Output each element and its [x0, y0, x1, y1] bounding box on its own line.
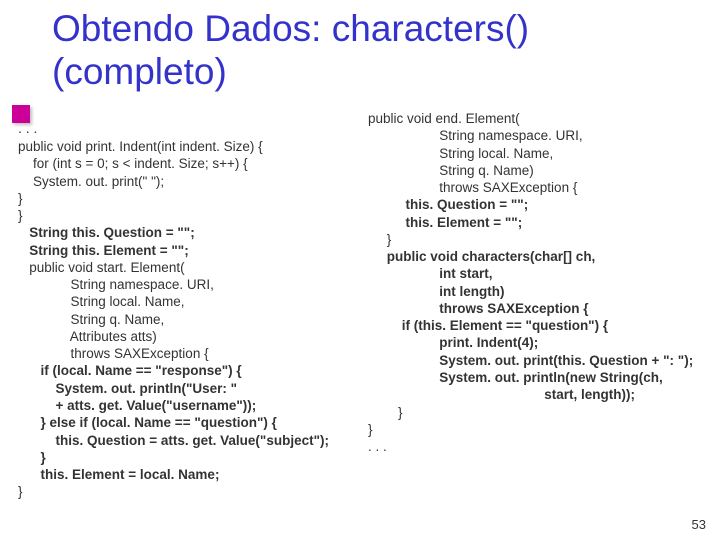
code-line-bold: } else if (local. Name == "question") {: [18, 414, 388, 431]
code-line: }: [18, 190, 388, 207]
code-line: }: [368, 421, 720, 438]
code-line-bold: + atts. get. Value("username"));: [18, 397, 388, 414]
code-line: for (int s = 0; s < indent. Size; s++) {: [18, 155, 388, 172]
page-number: 53: [692, 517, 706, 532]
code-line-bold: start, length));: [368, 386, 720, 403]
code-line: String local. Name,: [18, 293, 388, 310]
code-line: String local. Name,: [368, 145, 720, 162]
code-line-bold: this. Question = "";: [368, 196, 720, 213]
code-line-bold: System. out. print(this. Question + ": "…: [368, 352, 720, 369]
code-line-bold: if (local. Name == "response") {: [18, 362, 388, 379]
code-line: System. out. print(" ");: [18, 173, 388, 190]
code-line-bold: String this. Question = "";: [18, 224, 388, 241]
code-line: Attributes atts): [18, 328, 388, 345]
code-line-bold: public void characters(char[] ch,: [368, 248, 720, 265]
code-right-column: public void end. Element( String namespa…: [368, 110, 720, 455]
code-line-bold: this. Question = atts. get. Value("subje…: [18, 432, 388, 449]
code-line: public void start. Element(: [18, 259, 388, 276]
code-line-bold: System. out. println(new String(ch,: [368, 369, 720, 386]
code-line-bold: print. Indent(4);: [368, 334, 720, 351]
code-line: String q. Name): [368, 162, 720, 179]
code-line-bold: this. Element = "";: [368, 214, 720, 231]
code-line-bold: this. Element = local. Name;: [18, 466, 388, 483]
code-left-column: public void print. Indent(int indent. Si…: [18, 138, 388, 501]
code-line: }: [18, 483, 388, 500]
code-line-bold: }: [18, 449, 388, 466]
code-line: public void print. Indent(int indent. Si…: [18, 138, 388, 155]
code-line-bold: if (this. Element == "question") {: [368, 317, 720, 334]
code-line: . . .: [368, 438, 720, 455]
code-line: public void end. Element(: [368, 110, 720, 127]
code-line: }: [368, 231, 720, 248]
code-line-bold: System. out. println("User: ": [18, 380, 388, 397]
slide-title: Obtendo Dados: characters()(completo): [52, 8, 529, 93]
ellipsis-left: . . .: [18, 120, 37, 136]
code-line-bold: throws SAXException {: [368, 300, 720, 317]
code-line: String namespace. URI,: [368, 127, 720, 144]
code-line-bold: String this. Element = "";: [18, 242, 388, 259]
code-line: }: [368, 404, 720, 421]
code-line: String q. Name,: [18, 311, 388, 328]
code-line-bold: int length): [368, 283, 720, 300]
code-line: String namespace. URI,: [18, 276, 388, 293]
code-line: throws SAXException {: [18, 345, 388, 362]
code-line-bold: int start,: [368, 265, 720, 282]
code-line: }: [18, 207, 388, 224]
code-line: throws SAXException {: [368, 179, 720, 196]
